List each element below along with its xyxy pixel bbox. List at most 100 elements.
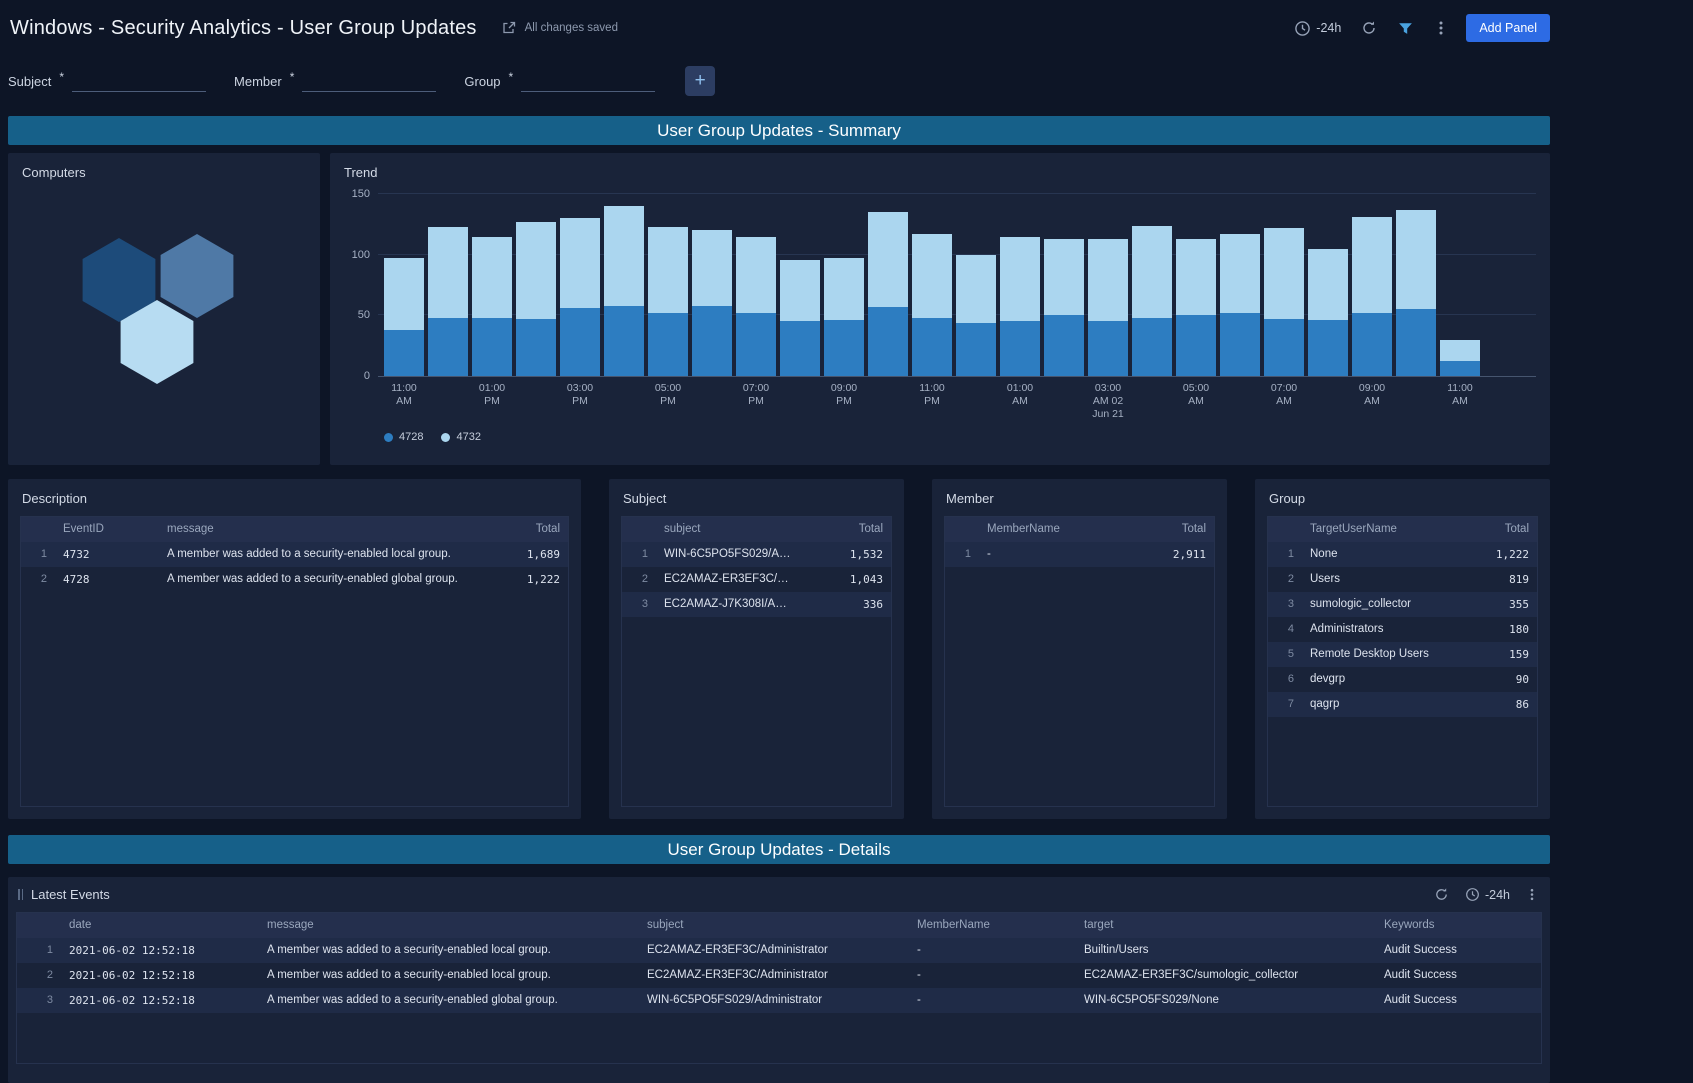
column-header[interactable]: MemberName <box>909 913 1076 938</box>
table-row[interactable]: 4Administrators180 <box>1268 617 1537 642</box>
y-tick-label: 150 <box>352 188 370 200</box>
trend-bar[interactable] <box>604 206 644 376</box>
trend-bar[interactable] <box>1308 249 1348 376</box>
cell-total: 819 <box>1445 567 1537 592</box>
group-filter-input[interactable] <box>521 72 655 92</box>
cell-date: 2021-06-02 12:52:18 <box>61 963 259 988</box>
trend-bar[interactable] <box>428 227 468 376</box>
trend-bar[interactable] <box>824 258 864 376</box>
x-tick-label <box>428 382 468 421</box>
column-header[interactable]: message <box>159 517 476 542</box>
table-row[interactable]: 7qagrp86 <box>1268 692 1537 717</box>
column-header[interactable]: target <box>1076 913 1376 938</box>
refresh-button[interactable] <box>1359 18 1379 38</box>
trend-bar[interactable] <box>912 234 952 376</box>
trend-bar[interactable] <box>560 218 600 376</box>
trend-bar[interactable] <box>736 237 776 376</box>
table-row[interactable]: 3sumologic_collector355 <box>1268 592 1537 617</box>
column-header[interactable]: Total <box>1122 517 1214 542</box>
trend-bar[interactable] <box>472 237 512 376</box>
panel-refresh-button[interactable] <box>1432 885 1451 904</box>
table-row[interactable]: 14732A member was added to a security-en… <box>21 542 568 567</box>
bar-segment-4732 <box>824 258 864 320</box>
trend-chart: 050100150 11:00 AM01:00 PM03:00 PM05:00 … <box>330 186 1550 465</box>
table-row[interactable]: 12021-06-02 12:52:18A member was added t… <box>17 938 1541 963</box>
column-header[interactable]: TargetUserName <box>1302 517 1445 542</box>
trend-bar[interactable] <box>648 227 688 376</box>
column-header[interactable]: message <box>259 913 639 938</box>
trend-bar[interactable] <box>516 222 556 376</box>
filter-button[interactable] <box>1395 18 1416 39</box>
cell-subject: EC2AMAZ-J7K308I/Administrator <box>656 592 799 617</box>
table-row[interactable]: 6devgrp90 <box>1268 667 1537 692</box>
subject-filter-input[interactable] <box>72 72 206 92</box>
honeycomb-chart[interactable] <box>8 186 320 405</box>
column-header[interactable]: date <box>61 913 259 938</box>
table-row[interactable]: 22021-06-02 12:52:18A member was added t… <box>17 963 1541 988</box>
column-header[interactable]: Keywords <box>1376 913 1541 938</box>
column-header[interactable]: MemberName <box>979 517 1122 542</box>
required-asterisk: * <box>59 70 64 92</box>
filter-field-subject: Subject * <box>8 70 206 92</box>
kebab-icon <box>1526 887 1538 902</box>
cell-member_name: - <box>909 963 1076 988</box>
table-row[interactable]: 24728A member was added to a security-en… <box>21 567 568 592</box>
gridline <box>378 193 1536 194</box>
table-row[interactable]: 1-2,911 <box>945 542 1214 567</box>
panel-more-options-button[interactable] <box>1524 885 1540 904</box>
bar-segment-4728 <box>1088 321 1128 376</box>
table-row[interactable]: 3EC2AMAZ-J7K308I/Administrator336 <box>622 592 891 617</box>
share-icon[interactable] <box>501 20 517 36</box>
trend-bar[interactable] <box>868 212 908 376</box>
table-row[interactable]: 1None1,222 <box>1268 542 1537 567</box>
hexagon-mid[interactable] <box>161 234 234 318</box>
table-row[interactable]: 32021-06-02 12:52:18A member was added t… <box>17 988 1541 1013</box>
table-row[interactable]: 2EC2AMAZ-ER3EF3C/Administrator1,043 <box>622 567 891 592</box>
bar-segment-4732 <box>912 234 952 318</box>
trend-bar[interactable] <box>1000 237 1040 376</box>
cell-total: 1,043 <box>799 567 891 592</box>
column-header[interactable]: subject <box>656 517 799 542</box>
legend-item[interactable]: 4728 <box>384 431 423 443</box>
column-header[interactable]: Total <box>799 517 891 542</box>
trend-bar[interactable] <box>1176 239 1216 376</box>
bar-segment-4728 <box>560 308 600 376</box>
trend-bar[interactable] <box>1088 239 1128 376</box>
trend-bar[interactable] <box>1044 239 1084 376</box>
panel-time-range-button[interactable]: -24h <box>1463 885 1512 904</box>
bar-segment-4728 <box>1176 315 1216 376</box>
trend-bar[interactable] <box>1220 234 1260 376</box>
bar-segment-4732 <box>516 222 556 319</box>
trend-bar[interactable] <box>1264 228 1304 376</box>
cell-subject: WIN-6C5PO5FS029/Administrator <box>639 988 909 1013</box>
latest-events-panel: Latest Events -24h <box>8 877 1550 1083</box>
add-filter-button[interactable]: + <box>685 66 715 96</box>
cell-name: Users <box>1302 567 1445 592</box>
member-filter-input[interactable] <box>302 72 436 92</box>
trend-bar[interactable] <box>1132 226 1172 376</box>
time-range-label: -24h <box>1316 21 1341 35</box>
column-header[interactable]: EventID <box>55 517 159 542</box>
add-panel-button[interactable]: Add Panel <box>1466 14 1550 42</box>
drag-handle-icon[interactable] <box>18 889 23 900</box>
trend-bar[interactable] <box>780 260 820 376</box>
time-range-button[interactable]: -24h <box>1292 18 1343 39</box>
column-header[interactable]: subject <box>639 913 909 938</box>
column-header[interactable]: Total <box>1445 517 1537 542</box>
trend-bar[interactable] <box>692 230 732 376</box>
more-options-button[interactable] <box>1432 18 1450 38</box>
kebab-icon <box>1434 20 1448 36</box>
table-row[interactable]: 2Users819 <box>1268 567 1537 592</box>
x-tick-label <box>1396 382 1436 421</box>
trend-bar[interactable] <box>1440 340 1480 376</box>
saved-status-text: All changes saved <box>525 22 618 34</box>
trend-bar[interactable] <box>1396 210 1436 376</box>
group-table: TargetUserNameTotal1None1,2222Users8193s… <box>1267 516 1538 807</box>
trend-bar[interactable] <box>384 258 424 376</box>
trend-bar[interactable] <box>1352 217 1392 376</box>
table-row[interactable]: 5Remote Desktop Users159 <box>1268 642 1537 667</box>
table-row[interactable]: 1WIN-6C5PO5FS029/Administrator1,532 <box>622 542 891 567</box>
legend-item[interactable]: 4732 <box>441 431 480 443</box>
trend-bar[interactable] <box>956 255 996 376</box>
column-header[interactable]: Total <box>476 517 568 542</box>
